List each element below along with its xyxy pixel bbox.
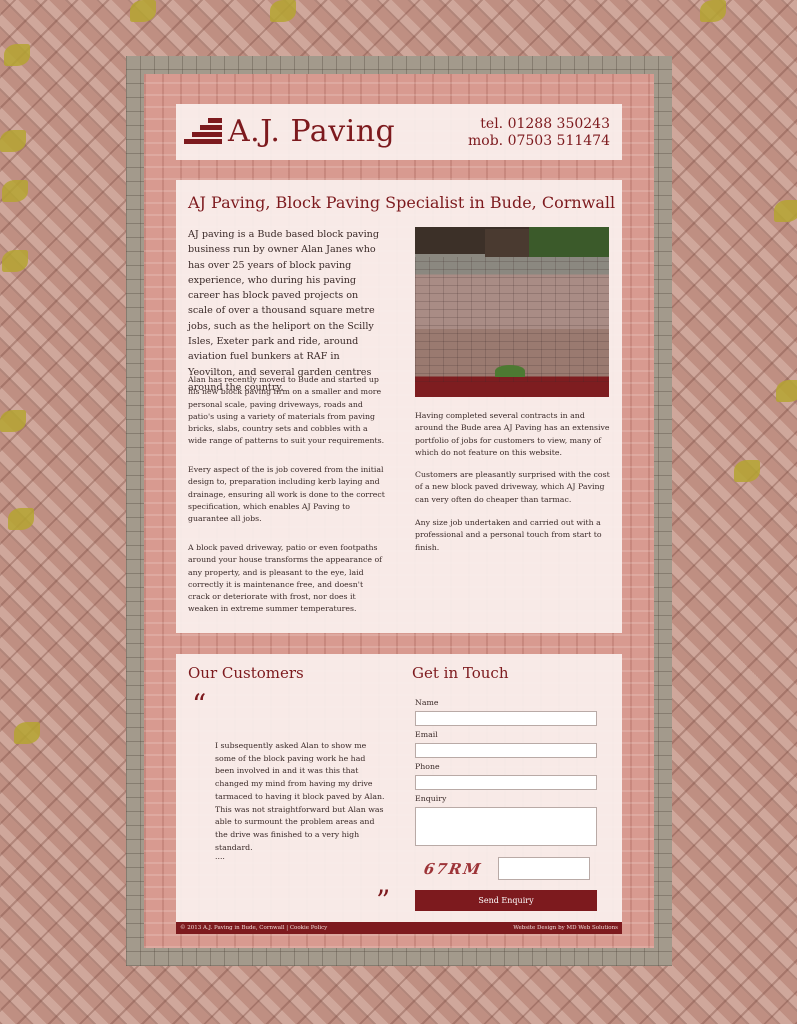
leaf-decoration [14, 722, 40, 744]
leaf-decoration [2, 250, 28, 272]
steps-logo-icon [182, 116, 224, 148]
leaf-decoration [8, 508, 34, 530]
body-paragraph: Having completed several contracts in an… [415, 411, 610, 457]
site-header: A.J. Paving tel. 01288 350243 mob. 07503… [176, 104, 622, 160]
leaf-decoration [734, 460, 760, 482]
body-paragraph: A block paved driveway, patio or even fo… [188, 543, 383, 614]
leaf-decoration [0, 410, 26, 432]
customers-title: Our Customers [188, 664, 304, 682]
page-title: AJ Paving, Block Paving Specialist in Bu… [188, 193, 616, 212]
leaf-decoration [0, 130, 26, 152]
testimonial-more: .... [215, 852, 225, 861]
phone-field[interactable] [415, 775, 597, 790]
leaf-decoration [270, 0, 296, 22]
leaf-decoration [2, 180, 28, 202]
body-paragraph: Customers are pleasantly surprised with … [415, 470, 610, 504]
phone-label: Phone [415, 762, 440, 771]
mobile-number: mob. 07503 511474 [468, 133, 610, 149]
email-label: Email [415, 730, 438, 739]
contact-numbers: tel. 01288 350243 mob. 07503 511474 [468, 116, 610, 150]
name-label: Name [415, 698, 439, 707]
captcha-input[interactable] [498, 857, 590, 880]
leaf-decoration [700, 0, 726, 22]
email-field[interactable] [415, 743, 597, 758]
body-paragraph: Alan has recently moved to Bude and star… [188, 375, 385, 446]
leaf-decoration [130, 0, 156, 22]
testimonial-text: I subsequently asked Alan to show me som… [215, 741, 385, 852]
body-paragraph: Every aspect of the is job covered from … [188, 465, 385, 524]
leaf-decoration [776, 380, 797, 402]
logo-title: A.J. Paving [228, 114, 396, 149]
leaf-decoration [4, 44, 30, 66]
close-quote-icon: ” [376, 884, 391, 917]
contact-title: Get in Touch [412, 664, 509, 682]
leaf-decoration [774, 200, 797, 222]
driveway-photo [415, 227, 609, 397]
bottom-section: Our Customers “ I subsequently asked Ala… [176, 654, 622, 922]
body-paragraph: Any size job undertaken and carried out … [415, 518, 602, 552]
send-enquiry-button[interactable]: Send Enquiry [415, 890, 597, 911]
main-content: AJ Paving, Block Paving Specialist in Bu… [176, 180, 622, 633]
phone-number: tel. 01288 350243 [480, 116, 610, 132]
captcha-image: 67RM [422, 860, 484, 878]
copyright-text[interactable]: © 2013 A.J. Paving in Bude, Cornwall | C… [180, 925, 327, 931]
enquiry-field[interactable] [415, 807, 597, 846]
site-footer: © 2013 A.J. Paving in Bude, Cornwall | C… [176, 922, 622, 934]
open-quote-icon: “ [192, 688, 207, 721]
enquiry-label: Enquiry [415, 794, 447, 803]
designer-credit-link[interactable]: Website Design by MD Web Solutions [513, 925, 618, 931]
site-logo[interactable]: A.J. Paving [182, 114, 395, 149]
name-field[interactable] [415, 711, 597, 726]
intro-paragraph: AJ paving is a Bude based block paving b… [188, 229, 379, 393]
